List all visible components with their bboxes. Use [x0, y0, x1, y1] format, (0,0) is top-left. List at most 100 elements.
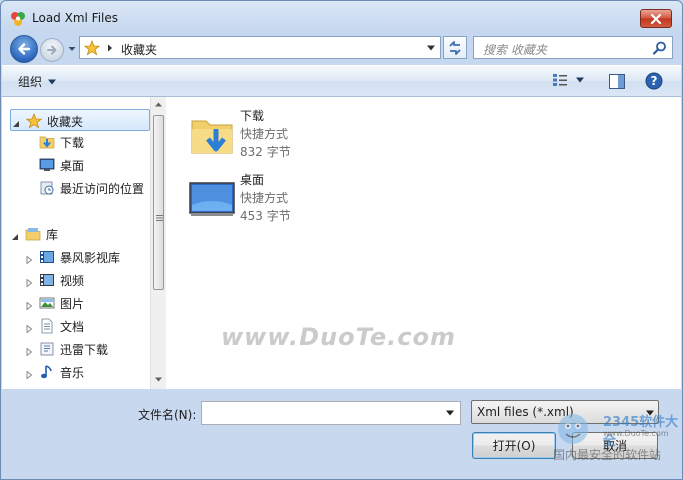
filename-dropdown-icon[interactable] [446, 410, 454, 416]
grip-icon [156, 215, 163, 221]
search-placeholder: 搜索 收藏夹 [483, 43, 547, 57]
scroll-up-icon[interactable] [155, 102, 162, 107]
nav-item[interactable]: 图片 [2, 292, 148, 314]
download-folder-icon [38, 133, 56, 151]
back-button[interactable] [10, 35, 38, 63]
filename-input[interactable] [201, 401, 461, 425]
download-folder-icon [188, 111, 236, 159]
expanded-triangle-icon[interactable] [11, 230, 19, 240]
address-dropdown-icon[interactable] [427, 45, 435, 51]
main-area: 收藏夹 下载 桌面 最近访问的位置库暴风影视库 视频 图片 文档 迅雷下载 音乐 下载 快捷方式 8… [2, 97, 681, 389]
nav-item-label: 最近访问的位置 [60, 182, 145, 196]
nav-item[interactable]: 桌面 [2, 154, 148, 176]
command-toolbar: 组织 ? [2, 65, 681, 97]
logo-slogan-text: 国内最安全的软件站 [553, 448, 662, 462]
search-icon[interactable] [653, 41, 667, 55]
help-icon[interactable]: ? [645, 72, 663, 90]
scroll-thumb[interactable] [153, 115, 164, 290]
collapsed-triangle-icon[interactable] [25, 276, 33, 288]
desktop-icon [188, 175, 236, 223]
video-library-icon [38, 248, 56, 266]
collapsed-triangle-icon[interactable] [25, 345, 33, 357]
thunder-download-icon [38, 340, 56, 358]
title-bar: Load Xml Files [1, 1, 682, 35]
dialog-footer: 文件名(N): Xml files (*.xml) 打开(O) 取消 2345软… [1, 389, 682, 479]
nav-item[interactable]: 迅雷下载 [2, 338, 148, 360]
history-dropdown-icon[interactable] [67, 43, 77, 55]
nav-item[interactable]: 视频 [2, 269, 148, 291]
file-item[interactable]: 桌面快捷方式 453 字节 [188, 171, 448, 229]
file-item[interactable]: 下载快捷方式 832 字节 [188, 107, 448, 165]
document-icon [38, 317, 56, 335]
nav-item[interactable]: 库 [2, 223, 148, 245]
nav-item[interactable]: 音乐 [2, 361, 148, 383]
watermark-text: www.DuoTe.com [221, 323, 456, 351]
address-location[interactable]: 收藏夹 [121, 41, 157, 58]
collapsed-triangle-icon[interactable] [25, 322, 33, 334]
collapsed-triangle-icon[interactable] [25, 299, 33, 311]
refresh-icon [449, 40, 461, 55]
search-input[interactable]: 搜索 收藏夹 [473, 36, 673, 59]
nav-item-label: 库 [46, 228, 59, 242]
nav-item[interactable]: 最近访问的位置 [2, 177, 148, 199]
preview-pane-icon[interactable] [609, 74, 625, 89]
open-button-label: 打开(O) [492, 439, 536, 453]
organize-label: 组织 [18, 75, 43, 89]
nav-item-label: 暴风影视库 [60, 251, 121, 265]
collapsed-triangle-icon[interactable] [25, 253, 33, 265]
file-name: 下载 [240, 109, 265, 123]
refresh-button[interactable] [443, 36, 467, 59]
file-name: 桌面 [240, 173, 265, 187]
chevron-down-icon [576, 77, 584, 83]
filename-label: 文件名(N): [138, 408, 197, 422]
nav-item-label: 视频 [60, 274, 85, 288]
logo-url-text: www.DuoTe.com [603, 429, 669, 438]
open-button[interactable]: 打开(O) [472, 432, 556, 459]
file-type: 快捷方式 [240, 127, 289, 141]
scroll-down-icon[interactable] [155, 377, 162, 382]
nav-scrollbar[interactable] [150, 97, 166, 389]
mascot-logo-icon [558, 414, 588, 444]
file-dialog-window: Load Xml Files 收藏夹 搜索 收藏夹 组织 ? 收藏夹 下载 桌面… [0, 0, 683, 480]
nav-item-label: 下载 [60, 136, 85, 150]
svg-text:?: ? [651, 74, 658, 88]
close-button[interactable] [640, 9, 672, 28]
organize-button[interactable]: 组织 [18, 73, 57, 90]
nav-item[interactable]: 下载 [2, 131, 148, 153]
view-details-icon [553, 74, 567, 86]
video-icon [38, 271, 56, 289]
nav-item[interactable]: 收藏夹 [10, 109, 150, 131]
nav-item-label: 收藏夹 [47, 115, 84, 129]
arrow-right-icon [47, 45, 57, 55]
nav-item[interactable]: 暴风影视库 [2, 246, 148, 268]
nav-item-label: 迅雷下载 [60, 343, 109, 357]
picture-icon [38, 294, 56, 312]
window-title: Load Xml Files [32, 11, 118, 25]
address-row: 收藏夹 搜索 收藏夹 [1, 35, 682, 65]
desktop-icon [38, 156, 56, 174]
library-icon [24, 225, 42, 243]
file-type: 快捷方式 [240, 191, 289, 205]
navigation-pane: 收藏夹下载桌面最近访问的位置库暴风影视库视频图片文档迅雷下载音乐 [2, 97, 166, 389]
breadcrumb-arrow-icon[interactable] [107, 44, 113, 52]
arrow-left-icon [18, 43, 31, 55]
change-view-button[interactable] [552, 73, 584, 87]
nav-item-label: 图片 [60, 297, 85, 311]
nav-item-label: 文档 [60, 320, 85, 334]
file-size: 453 字节 [240, 209, 291, 223]
star-icon [25, 112, 43, 130]
close-icon [650, 13, 662, 24]
star-icon [84, 40, 100, 56]
nav-item-label: 音乐 [60, 366, 85, 380]
app-icon [11, 12, 25, 26]
forward-button[interactable] [40, 38, 64, 62]
chevron-down-icon [48, 79, 57, 84]
nav-item-label: 桌面 [60, 159, 85, 173]
expanded-triangle-icon[interactable] [12, 117, 20, 127]
recent-places-icon [38, 179, 56, 197]
file-size: 832 字节 [240, 145, 291, 159]
collapsed-triangle-icon[interactable] [25, 368, 33, 380]
nav-item[interactable]: 文档 [2, 315, 148, 337]
address-bar[interactable]: 收藏夹 [79, 36, 441, 59]
music-icon [38, 363, 56, 381]
